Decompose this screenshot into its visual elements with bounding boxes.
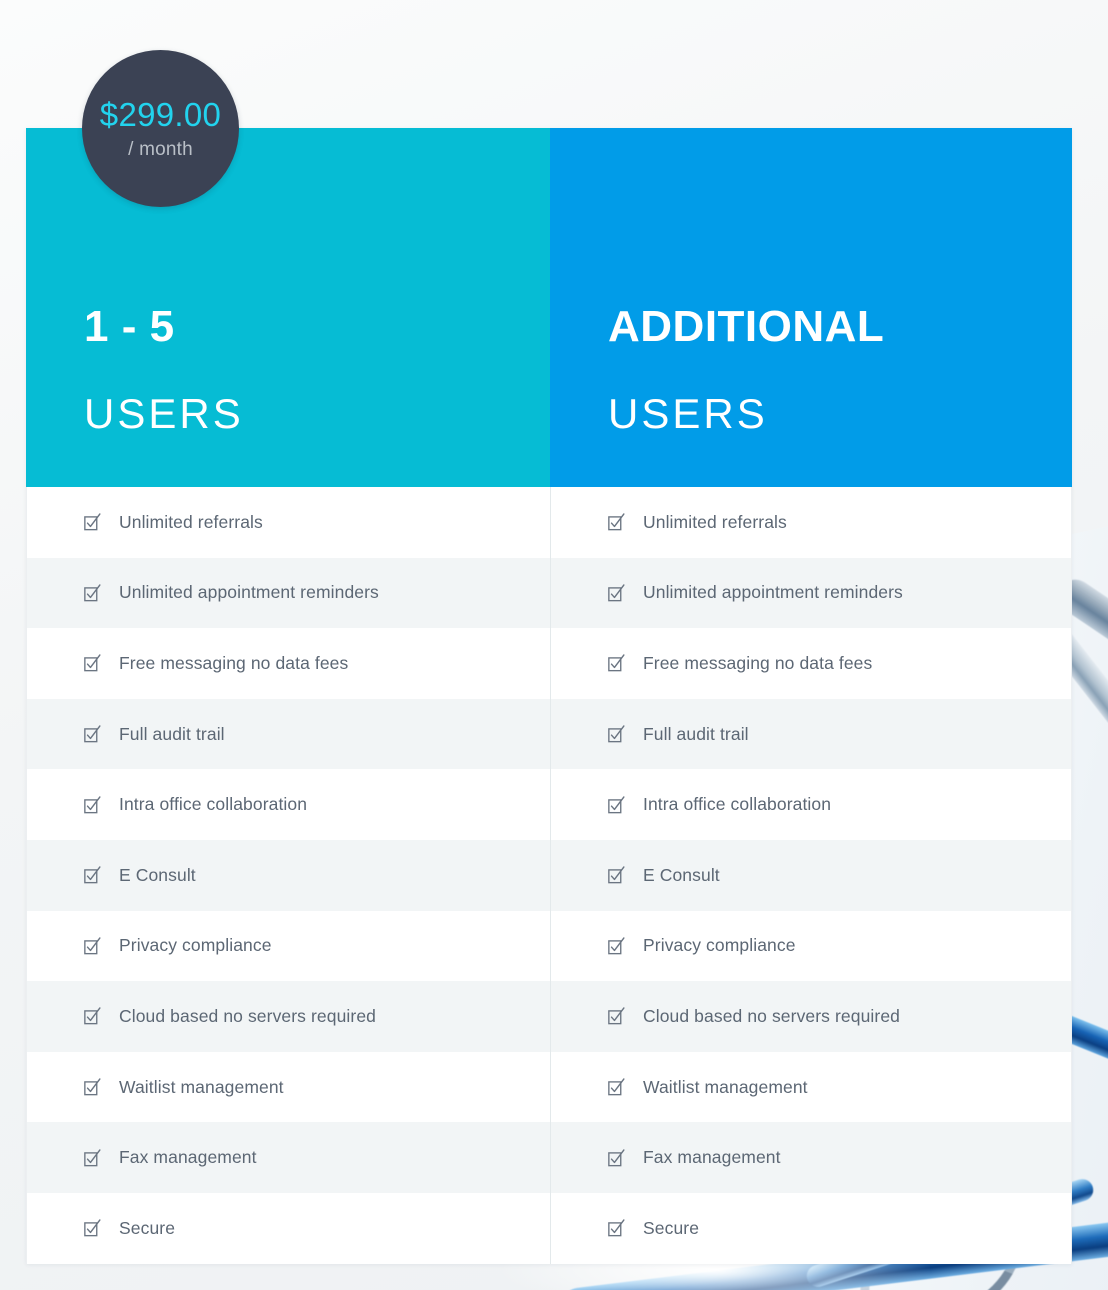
feature-label: Secure [643, 1217, 700, 1238]
checkbox-checked-icon [84, 1006, 101, 1026]
column-divider [550, 487, 551, 1264]
price-badge-1-5-users: $299.00 / month [82, 50, 239, 207]
feature-label: Intra office collaboration [119, 794, 308, 815]
feature-label: E Consult [643, 864, 720, 885]
price-period: / month [128, 139, 193, 160]
feature-cell-plan-1-5-users: Waitlist management [26, 1052, 550, 1123]
table-left-edge [26, 487, 27, 1264]
checkbox-checked-icon [84, 512, 101, 532]
feature-label: Secure [119, 1217, 176, 1238]
feature-cell-plan-additional-users: E Consult [550, 840, 1072, 911]
feature-cell-plan-1-5-users: Free messaging no data fees [26, 628, 550, 699]
feature-cell-plan-additional-users: Full audit trail [550, 699, 1072, 770]
checkbox-checked-icon [84, 653, 101, 673]
feature-cell-plan-1-5-users: Cloud based no servers required [26, 981, 550, 1052]
feature-label: Privacy compliance [643, 935, 796, 956]
feature-cell-plan-additional-users: Free messaging no data fees [550, 628, 1072, 699]
feature-cell-plan-1-5-users: Fax management [26, 1122, 550, 1193]
feature-label: Unlimited appointment reminders [643, 582, 903, 603]
feature-label: Cloud based no servers required [643, 1005, 900, 1026]
feature-label: Full audit trail [643, 723, 749, 744]
feature-label: Intra office collaboration [643, 794, 832, 815]
feature-cell-plan-additional-users: Fax management [550, 1122, 1072, 1193]
checkbox-checked-icon [608, 1218, 625, 1238]
checkbox-checked-icon [84, 1148, 101, 1168]
checkbox-checked-icon [608, 1006, 625, 1026]
feature-row: Privacy compliance Privacy compliance [26, 910, 1072, 982]
plan-subtitle: USERS [84, 390, 244, 437]
feature-label: Unlimited referrals [643, 511, 787, 532]
feature-cell-plan-additional-users: Cloud based no servers required [550, 981, 1072, 1052]
feature-label: Free messaging no data fees [119, 652, 349, 673]
plan-title: 1 - 5 [84, 302, 175, 351]
feature-cell-plan-1-5-users: Unlimited referrals [26, 487, 550, 558]
feature-row: Secure Secure [26, 1192, 1072, 1264]
plan-title: ADDITIONAL [608, 302, 885, 351]
feature-label: Waitlist management [643, 1076, 808, 1097]
checkbox-checked-icon [608, 653, 625, 673]
checkbox-checked-icon [608, 724, 625, 744]
checkbox-checked-icon [608, 512, 625, 532]
feature-label: Fax management [119, 1147, 257, 1168]
feature-row: Free messaging no data fees Free messagin… [26, 628, 1072, 699]
feature-cell-plan-1-5-users: E Consult [26, 840, 550, 911]
checkbox-checked-icon [84, 583, 101, 603]
checkbox-checked-icon [84, 1218, 101, 1238]
checkbox-checked-icon [84, 724, 101, 744]
checkbox-checked-icon [84, 936, 101, 956]
feature-label: Unlimited appointment reminders [119, 582, 379, 603]
checkbox-checked-icon [84, 795, 101, 815]
plan-header-additional-users[interactable]: $99.00 / month ADDITIONAL USERS [550, 128, 1072, 487]
feature-row: Cloud based no servers required Cloud bas… [26, 981, 1072, 1052]
feature-row: Fax management Fax management [26, 1122, 1072, 1193]
feature-label: Privacy compliance [119, 935, 272, 956]
feature-row: Unlimited referrals Unlimited referrals [26, 487, 1072, 558]
price-amount: $299.00 [99, 96, 222, 133]
checkbox-checked-icon [608, 795, 625, 815]
checkbox-checked-icon [84, 1077, 101, 1097]
feature-cell-plan-1-5-users: Privacy compliance [26, 911, 550, 982]
feature-cell-plan-additional-users: Secure [550, 1193, 1072, 1264]
feature-label: Fax management [643, 1147, 781, 1168]
checkbox-checked-icon [608, 1077, 625, 1097]
feature-comparison-table: Unlimited referrals Unlimited referrals Un… [26, 487, 1072, 1264]
checkbox-checked-icon [608, 865, 625, 885]
feature-cell-plan-additional-users: Unlimited appointment reminders [550, 558, 1072, 629]
feature-row: Waitlist management Waitlist management [26, 1051, 1072, 1123]
feature-label: Cloud based no servers required [119, 1005, 376, 1026]
feature-cell-plan-additional-users: Unlimited referrals [550, 487, 1072, 558]
checkbox-checked-icon [608, 936, 625, 956]
feature-row: E Consult E Consult [26, 839, 1072, 911]
feature-label: Unlimited referrals [119, 511, 263, 532]
table-right-edge [1071, 487, 1072, 1264]
plan-header-row: $299.00 / month 1 - 5 USERS $99.00 / mon… [26, 50, 1072, 487]
feature-cell-plan-1-5-users: Intra office collaboration [26, 769, 550, 840]
feature-row: Unlimited appointment reminders Unlimited… [26, 557, 1072, 629]
feature-cell-plan-1-5-users: Unlimited appointment reminders [26, 558, 550, 629]
feature-label: Waitlist management [119, 1076, 284, 1097]
feature-label: Free messaging no data fees [643, 652, 873, 673]
feature-cell-plan-1-5-users: Secure [26, 1193, 550, 1264]
feature-label: Full audit trail [119, 723, 225, 744]
checkbox-checked-icon [608, 1148, 625, 1168]
feature-cell-plan-1-5-users: Full audit trail [26, 699, 550, 770]
feature-cell-plan-additional-users: Privacy compliance [550, 911, 1072, 982]
checkbox-checked-icon [84, 865, 101, 885]
feature-row: Intra office collaboration Intra office c… [26, 769, 1072, 840]
checkbox-checked-icon [608, 583, 625, 603]
plan-header-1-5-users[interactable]: $299.00 / month 1 - 5 USERS [26, 50, 550, 487]
plan-subtitle: USERS [608, 390, 768, 437]
feature-label: E Consult [119, 864, 196, 885]
pricing-comparison-card: $299.00 / month 1 - 5 USERS $99.00 / mon… [26, 50, 1072, 1264]
feature-cell-plan-additional-users: Intra office collaboration [550, 769, 1072, 840]
feature-row: Full audit trail Full audit trail [26, 698, 1072, 770]
feature-cell-plan-additional-users: Waitlist management [550, 1052, 1072, 1123]
